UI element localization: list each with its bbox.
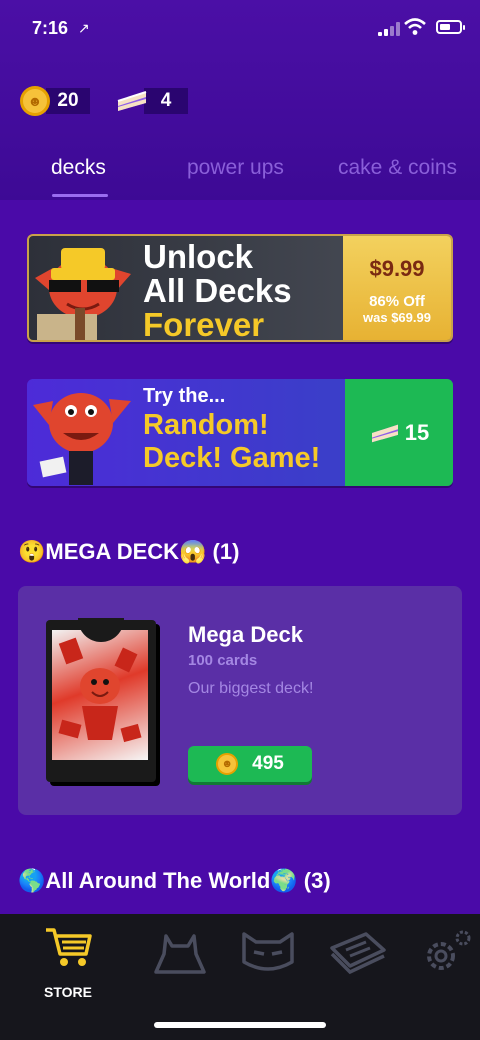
random-line-1: Random!: [143, 409, 269, 441]
coin-balance[interactable]: ☻ 20: [20, 86, 90, 116]
card-deck-icon: [330, 932, 386, 975]
unlock-was-price: was $69.99: [363, 310, 431, 325]
buy-deck-button[interactable]: ☻ 495: [188, 746, 312, 782]
status-time: 7:16: [32, 18, 69, 38]
status-bar: 7:16 ↗: [0, 0, 480, 60]
signal-icon: [378, 22, 400, 36]
coin-icon: ☻: [20, 86, 50, 116]
battery-icon: [436, 20, 465, 34]
nav-settings[interactable]: [410, 926, 480, 996]
random-try-text: Try the...: [143, 385, 226, 407]
unlock-line-2: All Decks: [143, 272, 292, 309]
unlock-price: $9.99: [369, 256, 425, 281]
devil-mask-icon: [242, 932, 294, 971]
devil-mascot-icon: [35, 248, 131, 340]
store-tabs: decks power ups cake & coins: [0, 148, 480, 198]
random-title: Random! Deck! Game!: [143, 409, 320, 475]
cake-count: 4: [144, 88, 188, 114]
cake-icon: [371, 424, 398, 442]
unlock-discount: 86% Off: [369, 293, 425, 310]
section-title-all-around-the-world: 🌎All Around The World🌍 (3): [18, 868, 331, 893]
home-indicator[interactable]: [154, 1022, 326, 1028]
coin-count: 20: [46, 88, 90, 114]
devil-mascot-icon: [58, 637, 142, 743]
deck-card-mega[interactable]: Mega Deck 100 cards Our biggest deck! ☻ …: [18, 586, 462, 815]
deck-name: Mega Deck: [188, 622, 303, 647]
unlock-all-decks-banner[interactable]: Unlock All Decks Forever $9.99 86% Off w…: [27, 234, 453, 342]
tab-decks[interactable]: decks: [51, 156, 106, 180]
section-title-mega-deck: 😲MEGA DECK😱 (1): [18, 539, 240, 564]
tab-power-ups[interactable]: power ups: [187, 156, 284, 180]
location-arrow-icon: ↗: [78, 20, 90, 36]
shopping-cart-icon: [46, 928, 92, 966]
random-deck-game-banner[interactable]: Try the... Random! Deck! Game! 15: [27, 379, 453, 486]
active-tab-indicator: [52, 194, 108, 197]
coin-icon: ☻: [216, 753, 239, 775]
devil-silhouette-icon: [154, 934, 206, 974]
nav-store[interactable]: STORE: [32, 926, 104, 1000]
unlock-price-box[interactable]: $9.99 86% Off was $69.99: [343, 236, 451, 340]
unlock-line-1: Unlock: [143, 238, 254, 275]
deck-description: Our biggest deck!: [188, 680, 314, 697]
unlock-line-3: Forever: [143, 306, 265, 342]
random-cake-price: 15: [404, 419, 430, 445]
nav-characters[interactable]: [144, 926, 216, 996]
nav-profile[interactable]: [232, 926, 304, 996]
nav-decks[interactable]: [322, 926, 394, 996]
tab-cake-coins[interactable]: cake & coins: [338, 156, 457, 180]
random-line-2: Deck! Game!: [143, 442, 321, 474]
deck-price: 495: [252, 753, 284, 774]
random-price-box[interactable]: 15: [345, 379, 453, 486]
devil-mascot-icon: [33, 393, 131, 485]
deck-art: [46, 618, 156, 782]
deck-card-count: 100 cards: [188, 652, 258, 669]
wifi-icon: [404, 18, 426, 35]
gear-icon: [427, 930, 471, 970]
nav-store-label: STORE: [44, 984, 92, 1000]
cake-balance[interactable]: 4: [116, 86, 188, 116]
cake-icon: [117, 91, 147, 111]
unlock-title: Unlock All Decks Forever: [143, 238, 292, 342]
